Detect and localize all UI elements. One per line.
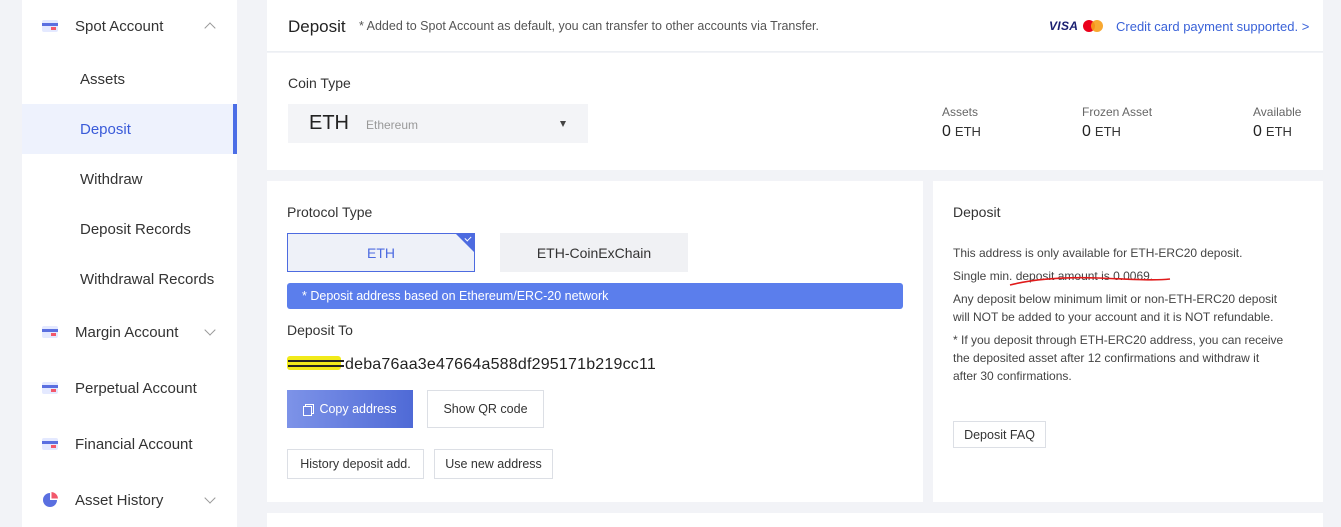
copy-icon bbox=[303, 403, 315, 416]
coin-type-label: Coin Type bbox=[288, 75, 351, 91]
stat-label: Available bbox=[1253, 105, 1302, 119]
coin-select[interactable]: ETH Ethereum bbox=[288, 104, 588, 143]
history-deposit-button[interactable]: History deposit add. bbox=[287, 449, 424, 479]
deposit-to-label: Deposit To bbox=[287, 322, 353, 338]
page-title: Deposit bbox=[288, 17, 346, 36]
stat-assets: Assets 0 ETH bbox=[942, 105, 981, 141]
sidebar-item-assets[interactable]: Assets bbox=[22, 54, 237, 104]
chevron-up-icon bbox=[204, 22, 216, 34]
nav-asset-history-label: Asset History bbox=[75, 491, 164, 509]
chevron-down-icon bbox=[204, 492, 216, 504]
show-qr-button[interactable]: Show QR code bbox=[427, 390, 544, 428]
nav-perpetual-account[interactable]: Perpetual Account bbox=[22, 362, 237, 414]
deposit-main-panel: Protocol Type ETH ETH-CoinExChain * Depo… bbox=[267, 181, 923, 502]
stat-label: Frozen Asset bbox=[1082, 105, 1153, 119]
header-note: * Added to Spot Account as default, you … bbox=[359, 19, 820, 33]
nav-asset-history[interactable]: Asset History bbox=[22, 474, 237, 526]
chevron-down-icon bbox=[204, 324, 216, 336]
financial-icon bbox=[42, 438, 58, 450]
protocol-type-label: Protocol Type bbox=[287, 204, 373, 220]
deposit-address: deba76aa3e47664a588df295171b219cc11 bbox=[287, 353, 656, 374]
sidebar-item-label: Deposit Records bbox=[80, 220, 191, 238]
nav-perpetual-account-label: Perpetual Account bbox=[75, 379, 197, 397]
info-line: the deposited asset after 12 confirmatio… bbox=[953, 351, 1260, 365]
sidebar-item-deposit[interactable]: Deposit bbox=[22, 104, 237, 154]
red-underline-annotation bbox=[1009, 276, 1171, 286]
next-panel-edge bbox=[267, 513, 1323, 527]
copy-address-label: Copy address bbox=[319, 402, 397, 416]
nav-spot-account-label: Spot Account bbox=[75, 17, 164, 35]
mastercard-icon bbox=[1083, 20, 1105, 32]
coin-symbol: ETH bbox=[309, 112, 349, 134]
stat-value: 0 bbox=[942, 123, 951, 140]
nav-financial-account[interactable]: Financial Account bbox=[22, 418, 237, 470]
sidebar: Spot Account Assets Deposit Withdraw Dep… bbox=[22, 0, 237, 527]
info-line: * If you deposit through ETH-ERC20 addre… bbox=[953, 333, 1284, 347]
sidebar-item-withdraw[interactable]: Withdraw bbox=[22, 154, 237, 204]
info-line: Any deposit below minimum limit or non-E… bbox=[953, 292, 1278, 306]
stat-available: Available 0 ETH bbox=[1253, 105, 1301, 141]
protocol-option-label: ETH bbox=[367, 244, 395, 261]
deposit-info-panel: Deposit This address is only available f… bbox=[933, 181, 1323, 502]
stat-value: 0 bbox=[1082, 123, 1091, 140]
info-line: will NOT be added to your account and it… bbox=[953, 310, 1274, 324]
caret-down-icon bbox=[560, 121, 566, 127]
stat-label: Assets bbox=[942, 105, 979, 119]
info-title: Deposit bbox=[953, 204, 1001, 220]
nav-margin-account[interactable]: Margin Account bbox=[22, 306, 237, 358]
nav-margin-account-label: Margin Account bbox=[75, 323, 179, 341]
sidebar-item-withdrawal-records[interactable]: Withdrawal Records bbox=[22, 254, 237, 304]
margin-icon bbox=[42, 326, 58, 338]
pie-chart-icon bbox=[43, 492, 58, 507]
protocol-option-eth[interactable]: ETH bbox=[287, 233, 475, 272]
stat-unit: ETH bbox=[1265, 124, 1292, 139]
nav-spot-account[interactable]: Spot Account bbox=[22, 0, 237, 52]
stat-frozen: Frozen Asset 0 ETH bbox=[1082, 105, 1152, 141]
address-text: deba76aa3e47664a588df295171b219cc11 bbox=[345, 356, 657, 373]
wallet-icon bbox=[42, 20, 58, 32]
deposit-faq-button[interactable]: Deposit FAQ bbox=[953, 421, 1046, 448]
info-line: after 30 confirmations. bbox=[953, 369, 1072, 383]
protocol-option-label: ETH-CoinExChain bbox=[536, 244, 652, 261]
nav-financial-account-label: Financial Account bbox=[75, 435, 193, 453]
sidebar-item-label: Withdraw bbox=[80, 170, 143, 188]
new-address-button[interactable]: Use new address bbox=[434, 449, 553, 479]
deposit-header: Deposit * Added to Spot Account as defau… bbox=[267, 0, 1323, 52]
stat-value: 0 bbox=[1253, 123, 1262, 140]
sidebar-item-label: Withdrawal Records bbox=[80, 270, 215, 288]
sidebar-item-deposit-records[interactable]: Deposit Records bbox=[22, 204, 237, 254]
credit-card-link[interactable]: Credit card payment supported. > bbox=[1116, 19, 1309, 34]
sidebar-item-label: Assets bbox=[80, 70, 126, 88]
copy-address-button[interactable]: Copy address bbox=[287, 390, 413, 428]
network-banner: * Deposit address based on Ethereum/ERC-… bbox=[287, 283, 903, 309]
redacted-mark bbox=[287, 353, 345, 373]
protocol-option-coinexchain[interactable]: ETH-CoinExChain bbox=[500, 233, 688, 272]
stat-unit: ETH bbox=[954, 124, 981, 139]
info-line: This address is only available for ETH-E… bbox=[953, 246, 1243, 260]
perpetual-icon bbox=[42, 382, 58, 394]
sidebar-item-label: Deposit bbox=[80, 120, 131, 138]
coin-type-panel: Coin Type ETH Ethereum Assets 0 ETH Froze… bbox=[267, 53, 1323, 170]
info-text: This address is only available for ETH-E… bbox=[953, 244, 1313, 390]
stat-unit: ETH bbox=[1094, 124, 1121, 139]
visa-logo: VISA bbox=[1049, 19, 1079, 33]
coin-name: Ethereum bbox=[366, 118, 419, 132]
